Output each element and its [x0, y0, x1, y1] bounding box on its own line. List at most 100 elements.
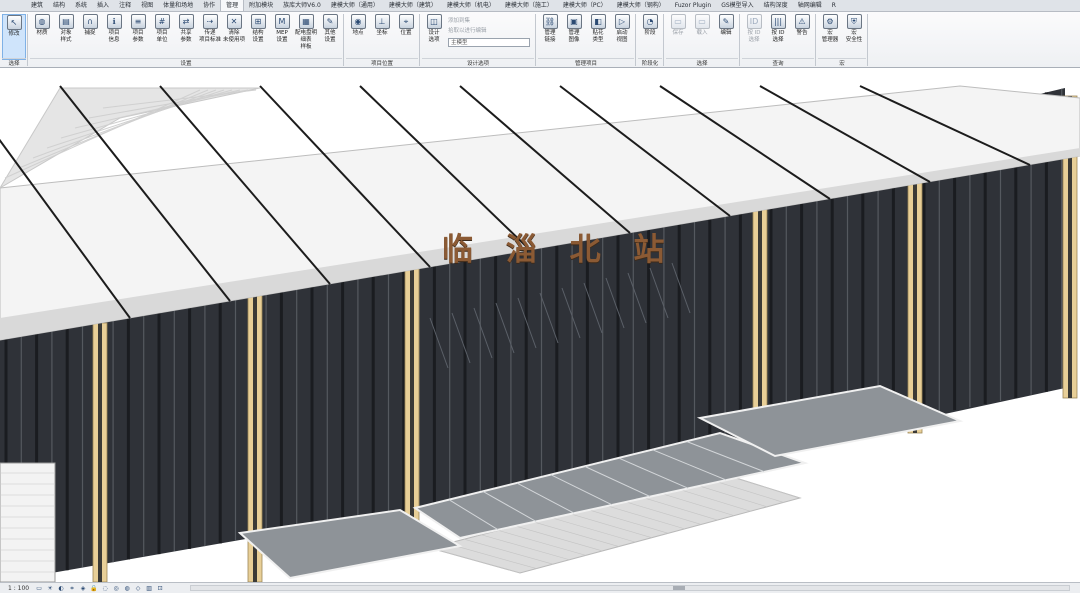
ribbon-button-1-1[interactable]: ▤ 对象 样式 — [54, 14, 78, 60]
ribbon-button-1-10[interactable]: M MEP 设置 — [270, 14, 294, 60]
ribbon-button-4-0[interactable]: ⛓ 管理 链接 — [538, 14, 562, 60]
crop-icon[interactable]: ⌗ — [68, 585, 76, 592]
highlight-icon[interactable]: ◇ — [134, 585, 142, 592]
material-sphere-icon: ◍ — [34, 14, 50, 29]
load-selection-icon: ▭ — [694, 14, 710, 29]
ribbon-button-8-0[interactable]: ⚙ 宏 管理器 — [818, 14, 842, 60]
ribbon-button-6-1[interactable]: ▭ 载入 — [690, 14, 714, 60]
ribbon-button-label: 对象 样式 — [60, 30, 72, 43]
tab-3[interactable]: 插入 — [92, 0, 114, 11]
ribbon-button-4-1[interactable]: ▣ 管理 图像 — [562, 14, 586, 60]
ribbon-button-1-9[interactable]: ⊞ 结构 设置 — [246, 14, 270, 60]
ribbon-button-4-3[interactable]: ▷ 启动 视图 — [610, 14, 634, 60]
view-scale[interactable]: 1 : 100 — [0, 585, 35, 592]
design-option-combo[interactable]: 主模型 — [448, 38, 530, 47]
tab-16[interactable]: 建模大师（钢构） — [612, 0, 670, 11]
ribbon-group-separator — [815, 14, 816, 66]
ribbon-button-label: MEP 设置 — [276, 30, 288, 43]
ribbon-button-7-2[interactable]: ⚠ 警告 — [790, 14, 814, 60]
ribbon-button-1-5[interactable]: # 项目 单位 — [150, 14, 174, 60]
ribbon-button-3-0[interactable]: ◫ 设计 选项 — [422, 14, 446, 60]
tab-18[interactable]: GS模型导入 — [716, 0, 758, 11]
ribbon-button-2-1[interactable]: ⊥ 坐标 — [370, 14, 394, 60]
object-styles-icon: ▤ — [58, 14, 74, 29]
scrollbar-thumb[interactable] — [673, 586, 685, 590]
ribbon-button-label: 项目 信息 — [108, 30, 120, 43]
render-icon[interactable]: ◈ — [79, 585, 87, 592]
ribbon-group-label: 项目位置 — [346, 58, 418, 68]
tab-15[interactable]: 建模大师（PC） — [558, 0, 612, 11]
reveal-icon[interactable]: ◍ — [123, 585, 131, 592]
temporary-hide-icon[interactable]: ◎ — [112, 585, 120, 592]
horizontal-scrollbar[interactable] — [190, 585, 1070, 591]
ribbon-group-separator — [867, 14, 868, 66]
tab-8[interactable]: 管理 — [220, 0, 245, 11]
view-control-icons: ▭ ☀ ◐ ⌗ ◈ 🔒 ◌ ◎ ◍ ◇ ▥ ⊡ — [35, 585, 167, 592]
ribbon-button-1-4[interactable]: ≡ 项目 参数 — [126, 14, 150, 60]
barcode-icon: ||| — [770, 14, 786, 29]
tab-11[interactable]: 建模大师（通用） — [326, 0, 384, 11]
tab-9[interactable]: 附加模块 — [244, 0, 278, 11]
ribbon-button-label: 管理 链接 — [544, 30, 556, 43]
3d-viewport[interactable]: 临 淄 北 站 — [0, 68, 1080, 582]
ribbon-button-1-0[interactable]: ◍ 材质 — [30, 14, 54, 60]
ribbon-group-label: 选择 — [2, 58, 26, 68]
analysis-icon[interactable]: ▥ — [145, 585, 153, 592]
ribbon-button-1-6[interactable]: ⇄ 共享 参数 — [174, 14, 198, 60]
ribbon-button-1-11[interactable]: ▦ 配电盘明细表 样板 — [294, 14, 318, 60]
tab-19[interactable]: 结构深度 — [759, 0, 793, 11]
ribbon-button-6-2[interactable]: ✎ 编辑 — [714, 14, 738, 60]
ribbon-button-2-2[interactable]: ⌖ 位置 — [394, 14, 418, 60]
ribbon-button-4-2[interactable]: ◧ 贴花 类型 — [586, 14, 610, 60]
tab-13[interactable]: 建模大师（机电） — [442, 0, 500, 11]
ribbon-group-label: 宏 — [818, 58, 866, 68]
ribbon-button-1-3[interactable]: ℹ 项目 信息 — [102, 14, 126, 60]
ribbon-button-label: 按 ID 选择 — [747, 30, 761, 43]
ribbon-button-8-1[interactable]: ⛨ 宏 安全性 — [842, 14, 866, 60]
lock-icon[interactable]: 🔒 — [90, 585, 98, 592]
constraints-icon[interactable]: ⊡ — [156, 585, 164, 592]
sun-icon[interactable]: ☀ — [46, 585, 54, 592]
tab-20[interactable]: 轴网编辑 — [793, 0, 827, 11]
ribbon-group-separator — [663, 14, 664, 66]
magnet-icon: ∩ — [82, 14, 98, 29]
hide-icon[interactable]: ◌ — [101, 585, 109, 592]
ribbon-button-label: 贴花 类型 — [592, 30, 604, 43]
ribbon-group-separator — [343, 14, 344, 66]
ribbon-group-label: 阶段化 — [638, 58, 662, 68]
ribbon-button-1-12[interactable]: ✎ 其他 设置 — [318, 14, 342, 60]
tab-21[interactable]: R — [827, 0, 841, 11]
ribbon-button-label: 配电盘明细表 样板 — [294, 30, 317, 50]
tab-12[interactable]: 建模大师（建筑） — [384, 0, 442, 11]
tab-6[interactable]: 体量和场地 — [158, 0, 198, 11]
tab-2[interactable]: 系统 — [70, 0, 92, 11]
ribbon-button-label: 宏 管理器 — [821, 30, 839, 43]
tab-17[interactable]: Fuzor Plugin — [670, 0, 717, 11]
tab-0[interactable]: 建筑 — [26, 0, 48, 11]
tab-7[interactable]: 协作 — [198, 0, 220, 11]
ribbon-button-0-0[interactable]: ↖ 修改 — [2, 14, 26, 60]
tab-1[interactable]: 结构 — [48, 0, 70, 11]
ribbon-button-7-0[interactable]: ID 按 ID 选择 — [742, 14, 766, 60]
ribbon-group-label: 管理项目 — [538, 58, 634, 68]
ribbon-button-7-1[interactable]: ||| 按 ID 选择 — [766, 14, 790, 60]
ribbon-button-label: 设计 选项 — [428, 30, 440, 43]
tab-4[interactable]: 注释 — [114, 0, 136, 11]
ribbon-button-6-0[interactable]: ▭ 保存 — [666, 14, 690, 60]
ribbon-button-1-8[interactable]: ✕ 清除 未使用项 — [222, 14, 246, 60]
page-icon[interactable]: ▭ — [35, 585, 43, 592]
ribbon-button-1-2[interactable]: ∩ 捕捉 — [78, 14, 102, 60]
ribbon-button-2-0[interactable]: ◉ 地点 — [346, 14, 370, 60]
column-groove — [98, 323, 102, 582]
mep-settings-icon: M — [274, 14, 290, 29]
ribbon-button-5-0[interactable]: ◔ 阶段 — [638, 14, 662, 60]
tab-10[interactable]: 族库大师V6.0 — [278, 0, 326, 11]
design-option-small-0[interactable]: 添加到集 — [448, 16, 470, 24]
ribbon-button-1-7[interactable]: ⇢ 传递 项目标准 — [198, 14, 222, 60]
design-option-small-1[interactable]: 拾取以进行编辑 — [448, 26, 487, 34]
tab-14[interactable]: 建模大师（施工） — [500, 0, 558, 11]
structural-settings-icon: ⊞ — [250, 14, 266, 29]
tab-5[interactable]: 视图 — [136, 0, 158, 11]
station-model-view[interactable] — [0, 68, 1080, 582]
shadow-icon[interactable]: ◐ — [57, 585, 65, 592]
